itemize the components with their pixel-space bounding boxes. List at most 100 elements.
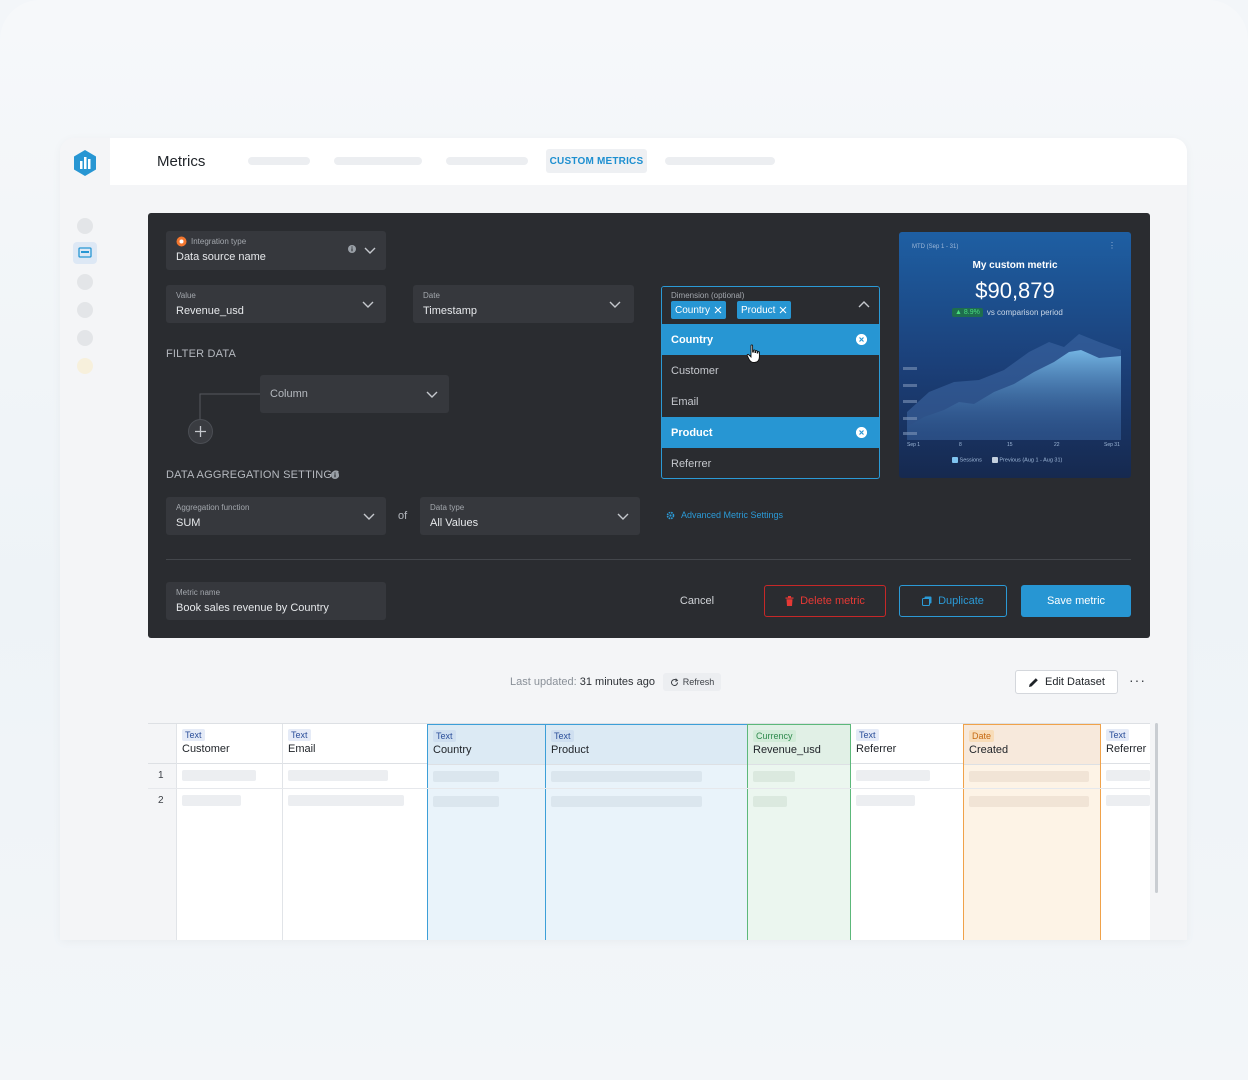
aggregation-function-select[interactable]: Aggregation function SUM [166,497,386,535]
duplicate-button[interactable]: Duplicate [899,585,1007,617]
y-tick-placeholder [903,384,917,387]
table-cell[interactable] [856,770,930,781]
column-email[interactable]: Text Email [283,724,428,940]
dataset-table: 1 2 Text Customer Text Email Text Countr… [148,723,1150,940]
legend-current[interactable]: Sessions [952,457,982,463]
metric-preview-card: MTD (Sep 1 - 31) ⋮ My custom metric $90,… [899,232,1131,478]
filter-column-select[interactable]: Column [260,375,449,413]
y-tick-placeholder [903,417,917,420]
table-cell[interactable] [1106,770,1150,781]
chip-country[interactable]: Country [671,301,727,319]
dimension-dropdown[interactable]: Dimension (optional) Country Product Cou… [661,286,880,479]
tab-placeholder-4[interactable] [665,157,775,165]
sidebar-item-1[interactable] [77,218,93,234]
tab-placeholder-2[interactable] [334,157,422,165]
preview-change: ▲ 8.9% vs comparison period [952,308,1063,317]
table-cell[interactable] [433,771,499,782]
x-tick-label: Sep 31 [1104,442,1120,448]
app-logo-icon[interactable] [73,150,97,176]
add-filter-button[interactable] [188,419,213,444]
table-cell[interactable] [288,770,388,781]
preview-legend: Sessions Previous (Aug 1 - Aug 31) [952,457,1062,463]
table-cell[interactable] [551,771,702,782]
edit-dataset-button[interactable]: Edit Dataset [1015,670,1118,694]
table-cell[interactable] [288,795,404,806]
chevron-up-icon[interactable] [857,298,871,312]
sidebar-item-6[interactable] [77,358,93,374]
sidebar-item-5[interactable] [77,330,93,346]
column-country[interactable]: Text Country [427,724,546,940]
metric-name-field[interactable]: Metric name Book sales revenue by Countr… [166,582,386,620]
filter-data-heading: FILTER DATA [166,348,237,360]
chevron-down-icon [426,391,438,398]
info-icon[interactable] [348,245,356,253]
column-created[interactable]: Date Created [963,724,1101,940]
plus-icon [195,426,206,437]
tab-placeholder-3[interactable] [446,157,528,165]
table-cell[interactable] [856,795,915,806]
tab-custom-metrics[interactable]: CUSTOM METRICS [546,149,647,173]
last-updated: Last updated: 31 minutes ago [510,676,655,688]
table-cell[interactable] [551,796,702,807]
table-cell[interactable] [753,771,795,782]
dropdown-option-product[interactable]: Product [662,417,879,448]
integration-type-select[interactable]: Integration type Data source name [166,231,386,270]
top-bar: Metrics CUSTOM METRICS [110,138,1187,185]
table-cell[interactable] [969,771,1089,782]
table-cell[interactable] [969,796,1089,807]
table-cell[interactable] [182,795,241,806]
table-scrollbar[interactable] [1155,723,1158,893]
close-icon[interactable] [779,306,787,314]
card-menu-icon[interactable]: ⋮ [1108,241,1116,250]
remove-circle-icon[interactable] [856,334,867,345]
integration-icon [176,236,187,247]
chip-product[interactable]: Product [737,301,792,319]
dropdown-option-email[interactable]: Email [662,386,879,417]
table-cell[interactable] [182,770,256,781]
dimension-select[interactable]: Dimension (optional) Country Product [662,287,879,323]
sidebar-item-4[interactable] [77,302,93,318]
dropdown-option-country[interactable]: Country [662,324,879,355]
table-cell[interactable] [433,796,499,807]
delete-metric-button[interactable]: Delete metric [764,585,886,617]
row-number[interactable]: 1 [158,770,164,781]
sidebar-item-metrics[interactable] [73,242,97,264]
value-select[interactable]: Value Revenue_usd [166,285,386,323]
cancel-button[interactable]: Cancel [660,585,734,617]
column-product[interactable]: Text Product [545,724,748,940]
dropdown-option-customer[interactable]: Customer [662,355,879,386]
data-type-select[interactable]: Data type All Values [420,497,640,535]
legend-previous[interactable]: Previous (Aug 1 - Aug 31) [991,457,1062,463]
info-icon[interactable] [331,471,339,479]
filter-connector [199,393,263,422]
copy-icon [922,596,932,606]
y-tick-placeholder [903,432,917,435]
pencil-icon [1029,677,1038,687]
row-number[interactable]: 2 [158,795,164,806]
sidebar [60,138,110,940]
panel-divider [166,559,1131,560]
date-select[interactable]: Date Timestamp [413,285,634,323]
x-tick-label: Sep 1 [907,442,920,448]
x-tick-label: 22 [1054,442,1060,448]
refresh-button[interactable]: Refresh [663,673,721,691]
table-cell[interactable] [753,796,787,807]
column-customer[interactable]: Text Customer [177,724,283,940]
table-cell[interactable] [1106,795,1150,806]
period-selector[interactable]: MTD (Sep 1 - 31) [912,244,958,250]
sidebar-item-3[interactable] [77,274,93,290]
metrics-icon [78,247,92,258]
close-icon[interactable] [714,306,722,314]
column-referrer-2[interactable]: Text Referrer [1101,724,1150,940]
column-revenue[interactable]: Currency Revenue_usd [747,724,851,940]
save-metric-button[interactable]: Save metric [1021,585,1131,617]
refresh-icon [670,677,679,686]
y-tick-placeholder [903,367,917,370]
more-options-icon[interactable]: ··· [1129,672,1146,688]
dropdown-option-referrer[interactable]: Referrer [662,448,879,478]
chevron-down-icon [364,247,376,254]
advanced-settings-link[interactable]: Advanced Metric Settings [666,510,783,520]
remove-circle-icon[interactable] [856,427,867,438]
tab-placeholder-1[interactable] [248,157,310,165]
column-referrer[interactable]: Text Referrer [851,724,964,940]
